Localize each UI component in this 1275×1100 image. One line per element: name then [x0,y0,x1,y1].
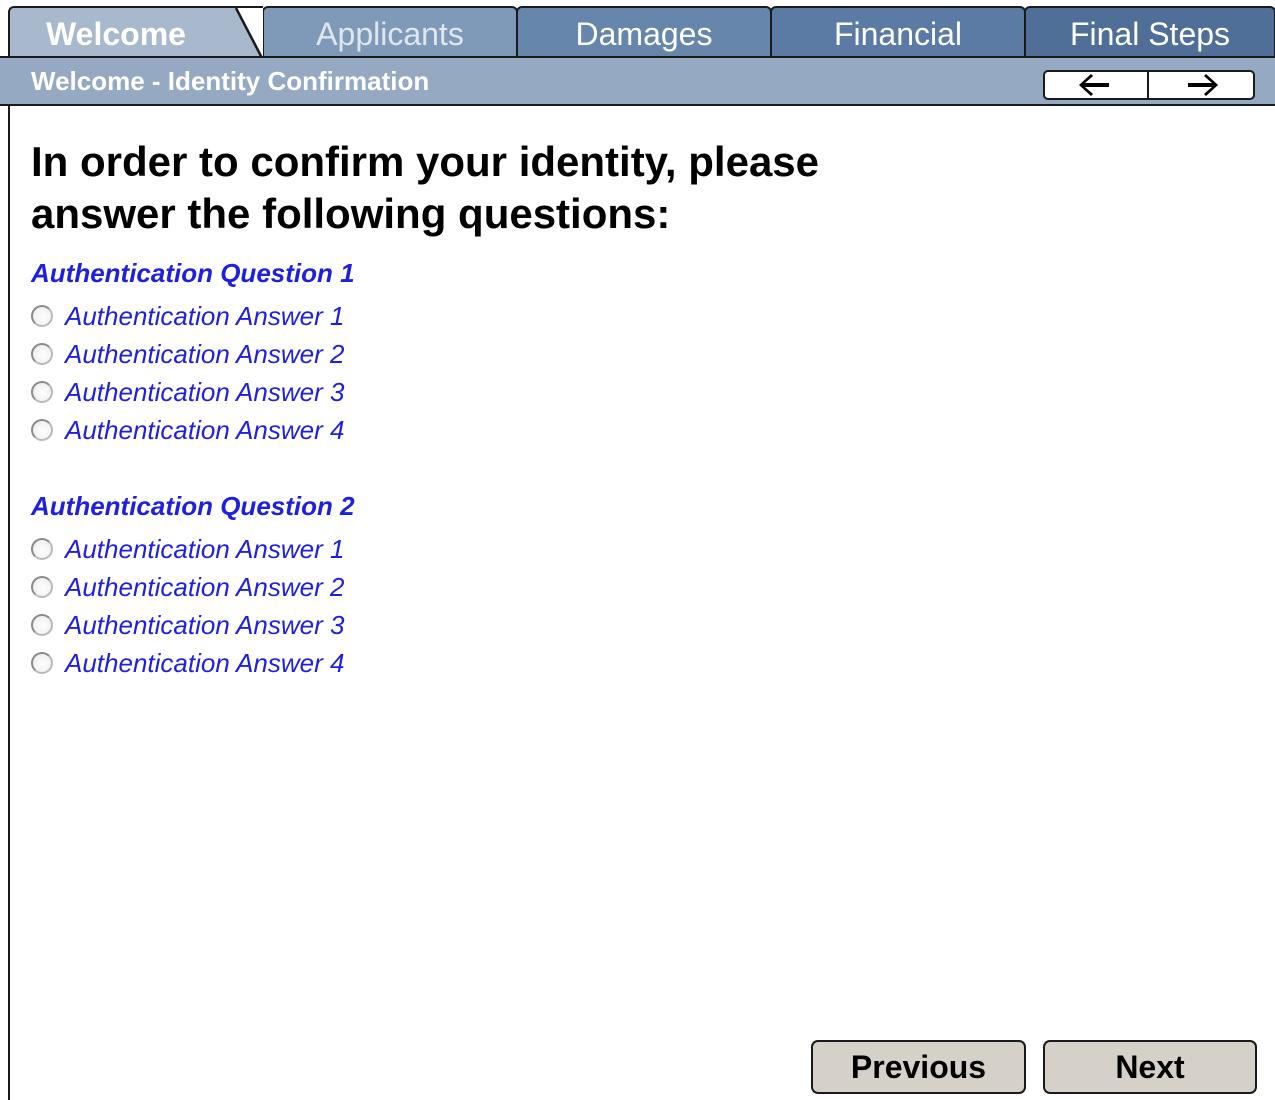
arrow-left-icon [1079,74,1109,96]
tab-damages-label: Damages [575,16,713,52]
question-2-answer-2[interactable]: Authentication Answer 2 [31,572,344,602]
tab-bar: Welcome Applicants Damages Financial Fin… [0,0,1275,56]
tab-applicants-label: Applicants [316,16,464,52]
radio-button[interactable] [31,614,53,636]
section-header-bar: Welcome - Identity Confirmation [0,56,1275,106]
answer-label: Authentication Answer 1 [65,534,345,564]
wizard-window: Welcome Applicants Damages Financial Fin… [0,0,1275,1100]
page-heading: In order to confirm your identity, pleas… [31,136,931,240]
answer-label: Authentication Answer 2 [65,572,345,602]
question-2-answer-1[interactable]: Authentication Answer 1 [31,534,344,564]
next-button[interactable]: Next [1043,1040,1257,1094]
question-2-answer-3[interactable]: Authentication Answer 3 [31,610,344,640]
radio-button[interactable] [31,652,53,674]
radio-button[interactable] [31,343,53,365]
tab-final-steps-label: Final Steps [1069,16,1231,52]
tab-final-steps[interactable]: Final Steps [1024,6,1275,56]
radio-button[interactable] [31,381,53,403]
page-heading-line-1: In order to confirm your identity, pleas… [31,138,820,185]
answer-label: Authentication Answer 3 [65,377,345,407]
forward-arrow-button[interactable] [1149,70,1255,100]
question-1-answer-4[interactable]: Authentication Answer 4 [31,415,344,445]
answer-label: Authentication Answer 3 [65,610,345,640]
radio-button[interactable] [31,538,53,560]
previous-button[interactable]: Previous [811,1040,1026,1094]
question-1-answer-1[interactable]: Authentication Answer 1 [31,301,344,331]
content-panel-border [8,106,10,1100]
arrow-right-icon [1188,74,1218,96]
answer-label: Authentication Answer 2 [65,339,345,369]
tab-welcome[interactable]: Welcome [8,6,263,56]
tab-financial-label: Financial [833,16,963,52]
radio-button[interactable] [31,305,53,327]
question-1-answer-2[interactable]: Authentication Answer 2 [31,339,344,369]
question-1-answer-3[interactable]: Authentication Answer 3 [31,377,344,407]
page-heading-line-2: answer the following questions: [31,190,671,237]
tab-financial[interactable]: Financial [770,6,1026,56]
question-2-label: Authentication Question 2 [31,491,355,521]
back-arrow-button[interactable] [1043,70,1149,100]
tab-applicants[interactable]: Applicants [262,6,518,56]
tab-slant-edge [223,8,263,56]
radio-button[interactable] [31,576,53,598]
question-1-label: Authentication Question 1 [31,258,355,288]
answer-label: Authentication Answer 4 [65,415,345,445]
answer-label: Authentication Answer 1 [65,301,345,331]
answer-label: Authentication Answer 4 [65,648,345,678]
radio-button[interactable] [31,419,53,441]
question-2-answer-4[interactable]: Authentication Answer 4 [31,648,344,678]
section-title: Welcome - Identity Confirmation [31,66,430,96]
tab-damages[interactable]: Damages [516,6,772,56]
